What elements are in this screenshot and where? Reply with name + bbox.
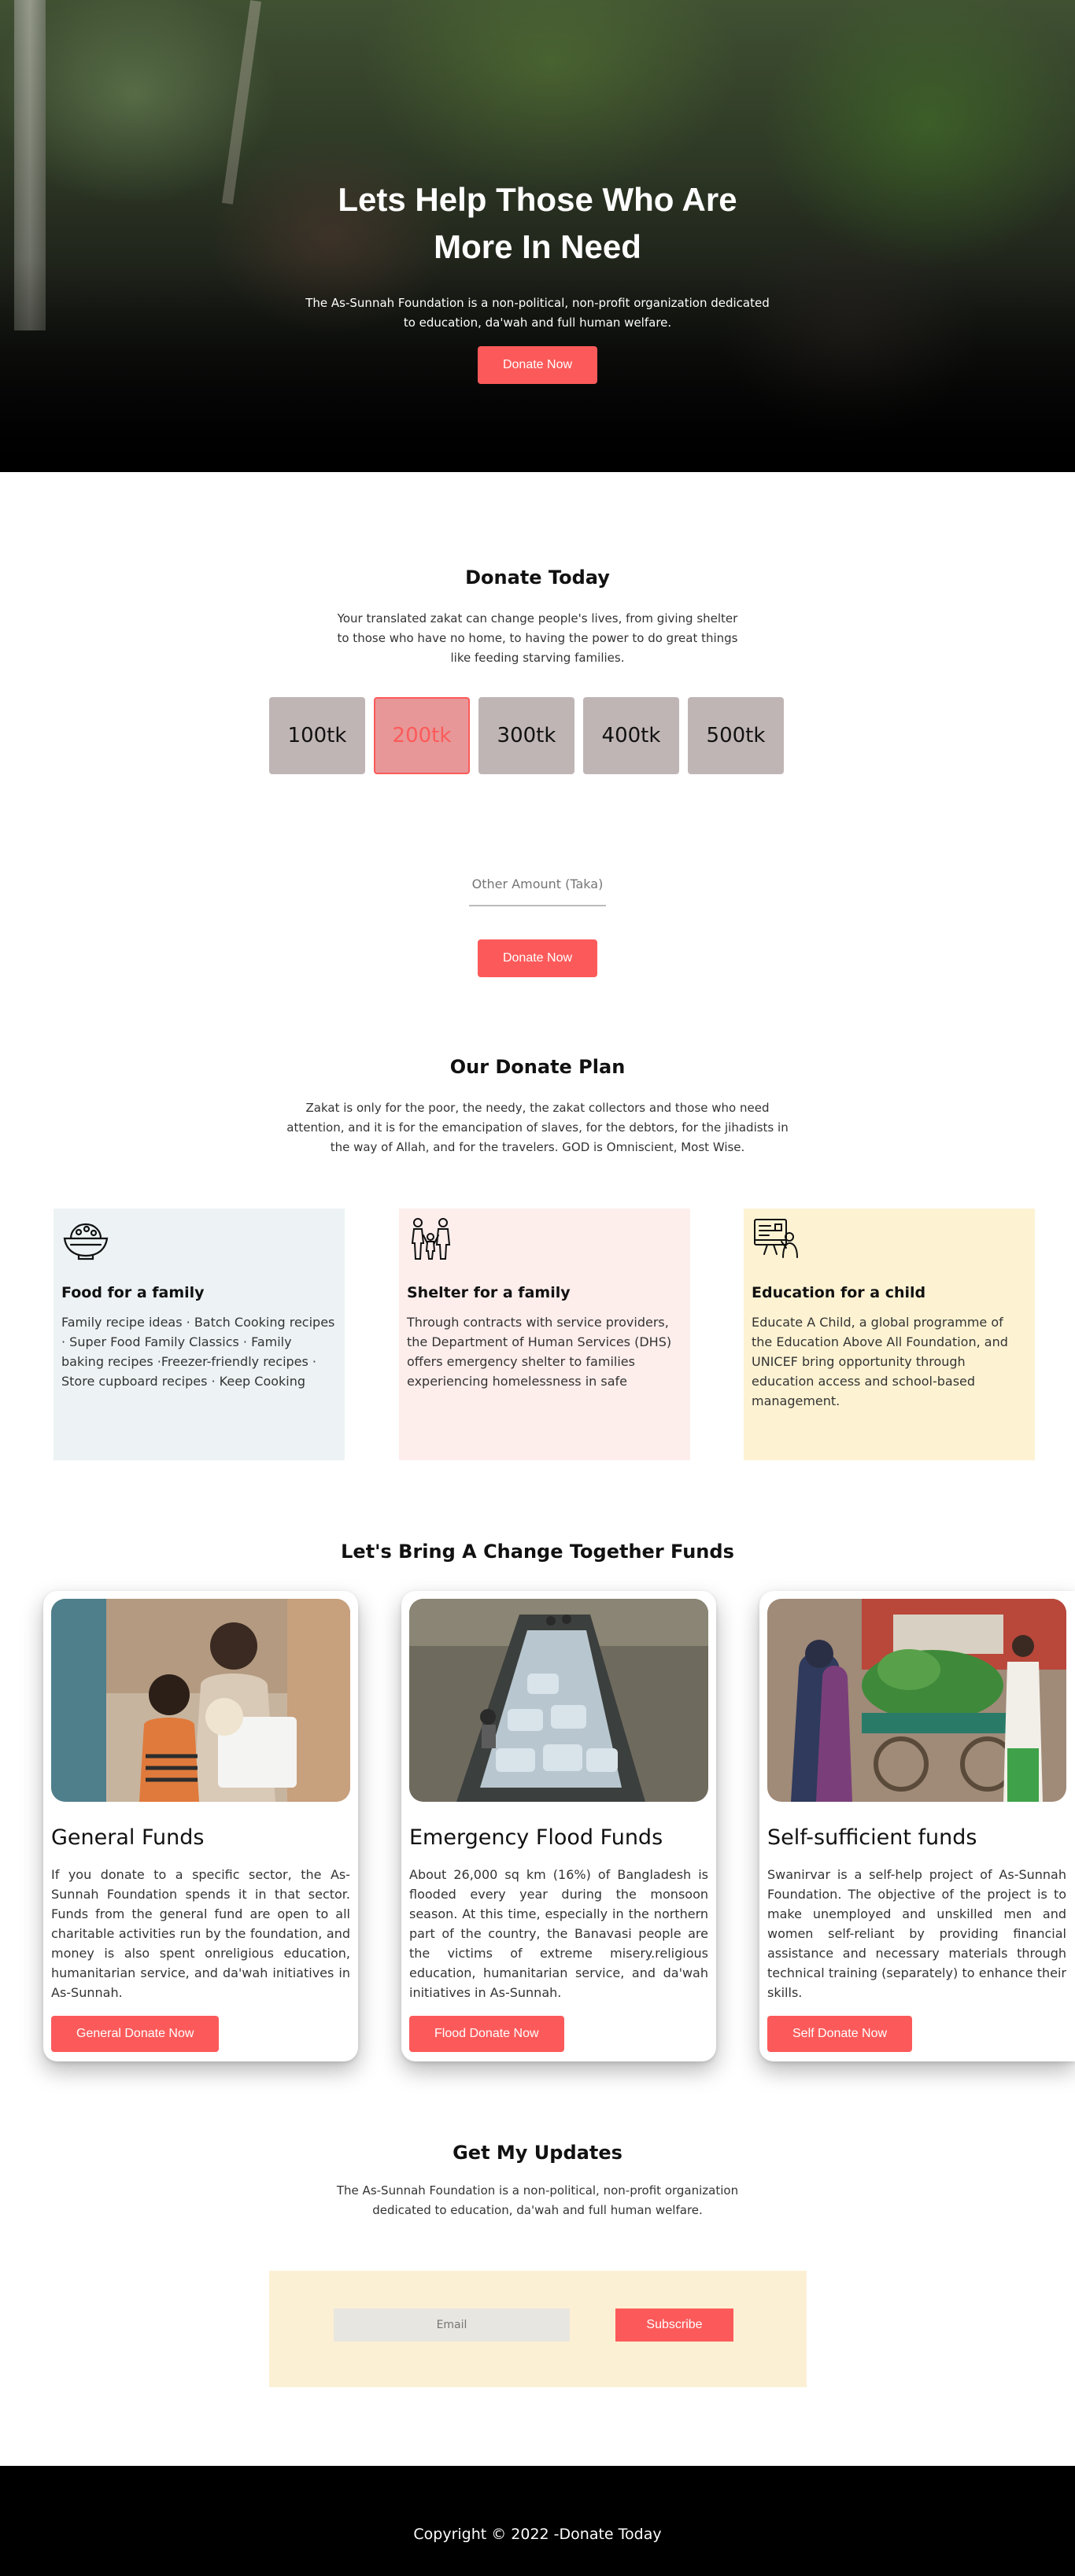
subscribe-button[interactable]: Subscribe	[615, 2308, 733, 2342]
amount-option-100[interactable]: 100tk	[269, 697, 365, 774]
plan-card-education: Education for a child Educate A Child, a…	[744, 1209, 1035, 1460]
hero-title: Lets Help Those Who Are More In Need	[338, 181, 737, 265]
other-amount-input[interactable]	[469, 862, 606, 906]
plan-card-food: Food for a family Family recipe ideas · …	[54, 1209, 345, 1460]
amount-option-200-selected[interactable]: 200tk	[374, 697, 470, 774]
general-funds-photo	[51, 1599, 350, 1802]
amount-option-500[interactable]: 500tk	[688, 697, 784, 774]
plan-card-shelter: Shelter for a family Through contracts w…	[399, 1209, 690, 1460]
fund-card-flood: Emergency Flood Funds About 26,000 sq km…	[401, 1591, 716, 2061]
donate-now-button[interactable]: Donate Now	[478, 939, 597, 977]
flood-donate-button[interactable]: Flood Donate Now	[409, 2016, 564, 2052]
fund-card-title: Emergency Flood Funds	[409, 1825, 663, 1850]
subscribe-box: Subscribe	[269, 2271, 807, 2387]
hero-donate-button[interactable]: Donate Now	[478, 346, 597, 384]
fund-card-general: General Funds If you donate to a specifi…	[43, 1591, 358, 2061]
donate-today-title: Donate Today	[465, 566, 610, 589]
plan-card-text: Through contracts with service providers…	[407, 1315, 672, 1389]
plan-card-title: Food for a family	[61, 1284, 205, 1301]
amount-option-400[interactable]: 400tk	[583, 697, 679, 774]
amount-option-300[interactable]: 300tk	[478, 697, 574, 774]
fund-card-title: General Funds	[51, 1825, 205, 1850]
fund-card-text: If you donate to a specific sector, the …	[51, 1867, 350, 2000]
funds-title: Let's Bring A Change Together Funds	[341, 1541, 734, 1563]
plan-text: Zakat is only for the poor, the needy, t…	[286, 1101, 789, 1154]
food-bowl-icon	[61, 1216, 110, 1260]
fund-card-text: About 26,000 sq km (16%) of Bangladesh i…	[409, 1867, 708, 2000]
flood-funds-photo	[409, 1599, 708, 1802]
fund-card-self-sufficient: Self-sufficient funds Swanirvar is a sel…	[759, 1591, 1075, 2061]
plan-card-text: Family recipe ideas · Batch Cooking reci…	[61, 1315, 335, 1389]
updates-title: Get My Updates	[453, 2142, 622, 2164]
donate-today-text: Your translated zakat can change people'…	[337, 611, 738, 665]
self-sufficient-photo	[767, 1599, 1066, 1802]
hero-subtitle: The As-Sunnah Foundation is a non-politi…	[305, 296, 770, 330]
footer: Copyright © 2022 -Donate Today	[0, 2466, 1075, 2576]
general-donate-button[interactable]: General Donate Now	[51, 2016, 220, 2052]
amount-options: 100tk 200tk 300tk 400tk 500tk	[269, 697, 793, 774]
family-icon	[407, 1216, 456, 1260]
plan-card-text: Educate A Child, a global programme of t…	[752, 1315, 1008, 1408]
updates-text: The As-Sunnah Foundation is a non-politi…	[336, 2183, 739, 2217]
self-donate-button[interactable]: Self Donate Now	[767, 2016, 913, 2052]
copyright-text: Copyright © 2022 -Donate Today	[413, 2526, 662, 2543]
email-input[interactable]	[334, 2308, 570, 2342]
plan-card-title: Education for a child	[752, 1284, 926, 1301]
plan-card-title: Shelter for a family	[407, 1284, 571, 1301]
fund-card-text: Swanirvar is a self-help project of As-S…	[767, 1867, 1066, 2000]
plan-title: Our Donate Plan	[449, 1056, 626, 1078]
education-icon	[752, 1216, 800, 1260]
hero-section: Lets Help Those Who Are More In Need The…	[0, 0, 1075, 472]
fund-card-title: Self-sufficient funds	[767, 1825, 977, 1850]
